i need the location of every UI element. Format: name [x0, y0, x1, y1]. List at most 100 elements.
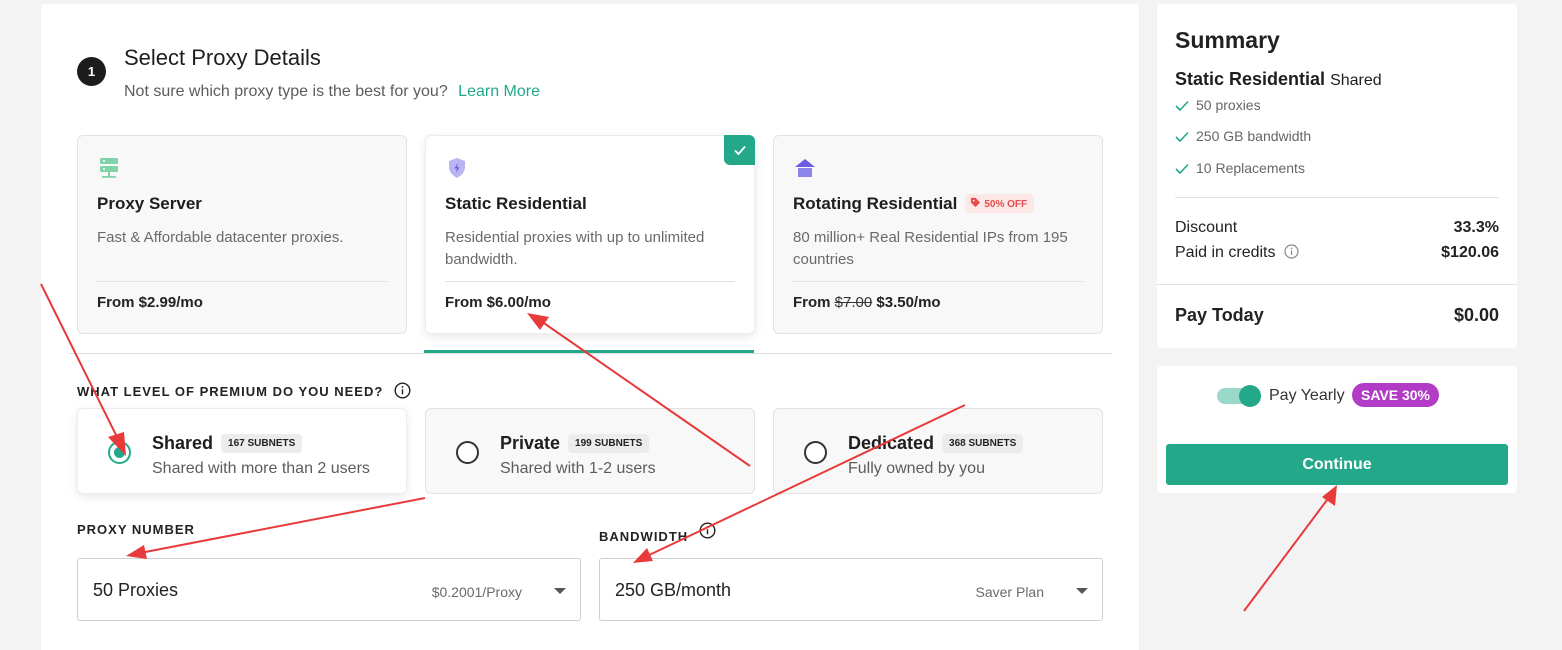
selected-check-icon — [724, 135, 755, 165]
summary-feature: 10 Replacements — [1175, 160, 1305, 176]
option-title-text: Dedicated — [848, 433, 935, 453]
server-icon — [100, 158, 118, 178]
info-icon[interactable] — [699, 522, 716, 539]
option-description: Fully owned by you — [848, 460, 985, 477]
option-title: Shared 167 SUBNETS — [152, 433, 303, 454]
premium-option-dedicated[interactable]: Dedicated 368 SUBNETS Fully owned by you — [773, 408, 1103, 494]
summary-product: Static Residential Shared — [1175, 69, 1382, 90]
premium-option-private[interactable]: Private 199 SUBNETS Shared with 1-2 users — [425, 408, 755, 494]
card-description: Residential proxies with up to unlimited… — [445, 229, 705, 268]
credits-label: Paid in credits — [1175, 244, 1299, 262]
card-description: 80 million+ Real Residential IPs from 19… — [793, 229, 1068, 268]
subnet-badge: 368 SUBNETS — [942, 434, 1024, 453]
card-price: From $6.00/mo — [445, 294, 551, 311]
proxy-type-card-rotating-residential[interactable]: Rotating Residential 50% OFF 80 million+ … — [773, 135, 1103, 334]
info-icon[interactable] — [1284, 244, 1299, 259]
summary-feature: 50 proxies — [1175, 97, 1261, 113]
option-description: Shared with 1-2 users — [500, 460, 656, 477]
bandwidth-select[interactable]: 250 GB/month Saver Plan — [599, 558, 1103, 621]
summary-divider — [1157, 284, 1517, 285]
selected-card-indicator — [424, 350, 754, 353]
card-title: Static Residential — [445, 194, 587, 213]
summary-divider — [1175, 197, 1499, 198]
summary-panel: Summary Static Residential Shared 50 pro… — [1157, 4, 1517, 348]
card-divider — [445, 281, 735, 282]
check-icon — [1175, 100, 1189, 112]
summary-feature-text: 250 GB bandwidth — [1196, 128, 1312, 144]
card-title: Proxy Server — [97, 194, 202, 213]
new-price: $3.50/mo — [876, 294, 941, 311]
shield-icon — [449, 158, 465, 178]
card-price: From $7.00 $3.50/mo — [793, 294, 941, 311]
proxy-type-card-static-residential[interactable]: Static Residential Residential proxies w… — [425, 135, 755, 334]
option-description: Shared with more than 2 users — [152, 460, 370, 477]
section-title: Select Proxy Details — [124, 45, 321, 70]
proxy-number-select[interactable]: 50 Proxies $0.2001/Proxy — [77, 558, 581, 621]
premium-level-label: WHAT LEVEL OF PREMIUM DO YOU NEED? — [77, 382, 411, 399]
credits-value: $120.06 — [1441, 244, 1499, 261]
card-title: Rotating Residential 50% OFF — [793, 194, 1035, 214]
check-icon — [1175, 131, 1189, 143]
checkout-panel: Pay Yearly SAVE 30% Continue — [1157, 366, 1517, 493]
pay-today-label: Pay Today — [1175, 305, 1264, 325]
premium-level-label-text: WHAT LEVEL OF PREMIUM DO YOU NEED? — [77, 384, 384, 399]
summary-product-variant: Shared — [1330, 72, 1382, 89]
card-title-text: Rotating Residential — [793, 194, 958, 213]
tag-icon — [971, 197, 981, 208]
pay-yearly-label: Pay Yearly — [1269, 387, 1345, 404]
bandwidth-label: BANDWIDTH — [599, 522, 716, 544]
discount-value: 33.3% — [1453, 219, 1499, 236]
radio-button[interactable] — [804, 441, 827, 464]
discount-label: Discount — [1175, 219, 1238, 236]
option-title-text: Shared — [152, 433, 214, 453]
annotation-arrow — [1243, 485, 1337, 612]
summary-title: Summary — [1175, 27, 1280, 53]
summary-feature-text: 50 proxies — [1196, 97, 1261, 113]
info-icon[interactable] — [394, 382, 411, 399]
summary-product-name: Static Residential — [1175, 69, 1326, 89]
house-icon — [795, 159, 815, 177]
discount-row: Discount 33.3% — [1175, 219, 1499, 237]
card-divider — [793, 281, 1083, 282]
learn-more-link[interactable]: Learn More — [458, 83, 540, 100]
radio-button[interactable] — [108, 441, 131, 464]
card-row-divider — [69, 353, 1112, 354]
pay-today-value: $0.00 — [1453, 305, 1499, 325]
caret-down-icon — [554, 588, 566, 594]
price-prefix: From — [793, 294, 831, 311]
discount-badge: 50% OFF — [965, 194, 1035, 213]
discount-badge-text: 50% OFF — [984, 199, 1028, 210]
section-subtitle: Not sure which proxy type is the best fo… — [124, 83, 540, 101]
option-title: Private 199 SUBNETS — [500, 433, 650, 454]
option-title: Dedicated 368 SUBNETS — [848, 433, 1024, 454]
select-value: 250 GB/month — [615, 580, 732, 600]
subnet-badge: 199 SUBNETS — [568, 434, 650, 453]
card-description: Fast & Affordable datacenter proxies. — [97, 229, 344, 246]
proxy-number-label: PROXY NUMBER — [77, 522, 195, 537]
save-badge: SAVE 30% — [1352, 383, 1439, 407]
credits-label-text: Paid in credits — [1175, 244, 1276, 261]
proxy-type-card-proxy-server[interactable]: Proxy Server Fast & Affordable datacente… — [77, 135, 407, 334]
card-divider — [97, 281, 387, 282]
proxy-details-panel: 1 Select Proxy Details Not sure which pr… — [41, 4, 1139, 650]
credits-row: Paid in credits $120.06 — [1175, 244, 1499, 262]
toggle-knob — [1239, 385, 1261, 407]
pay-yearly-toggle[interactable] — [1217, 385, 1261, 407]
option-title-text: Private — [500, 433, 561, 453]
bandwidth-label-text: BANDWIDTH — [599, 529, 689, 544]
step-number-badge: 1 — [77, 57, 106, 86]
check-icon — [1175, 163, 1189, 175]
pay-today-row: Pay Today $0.00 — [1175, 305, 1499, 326]
old-price: $7.00 — [834, 294, 873, 311]
subnet-badge: 167 SUBNETS — [221, 434, 303, 453]
radio-button[interactable] — [456, 441, 479, 464]
select-hint: $0.2001/Proxy — [431, 584, 522, 600]
select-hint: Saver Plan — [975, 584, 1044, 600]
continue-button[interactable]: Continue — [1166, 444, 1508, 485]
caret-down-icon — [1076, 588, 1088, 594]
premium-option-shared[interactable]: Shared 167 SUBNETS Shared with more than … — [77, 408, 407, 494]
summary-feature: 250 GB bandwidth — [1175, 128, 1311, 144]
subtitle-text: Not sure which proxy type is the best fo… — [124, 83, 448, 100]
select-value: 50 Proxies — [93, 580, 179, 600]
card-price: From $2.99/mo — [97, 294, 203, 311]
